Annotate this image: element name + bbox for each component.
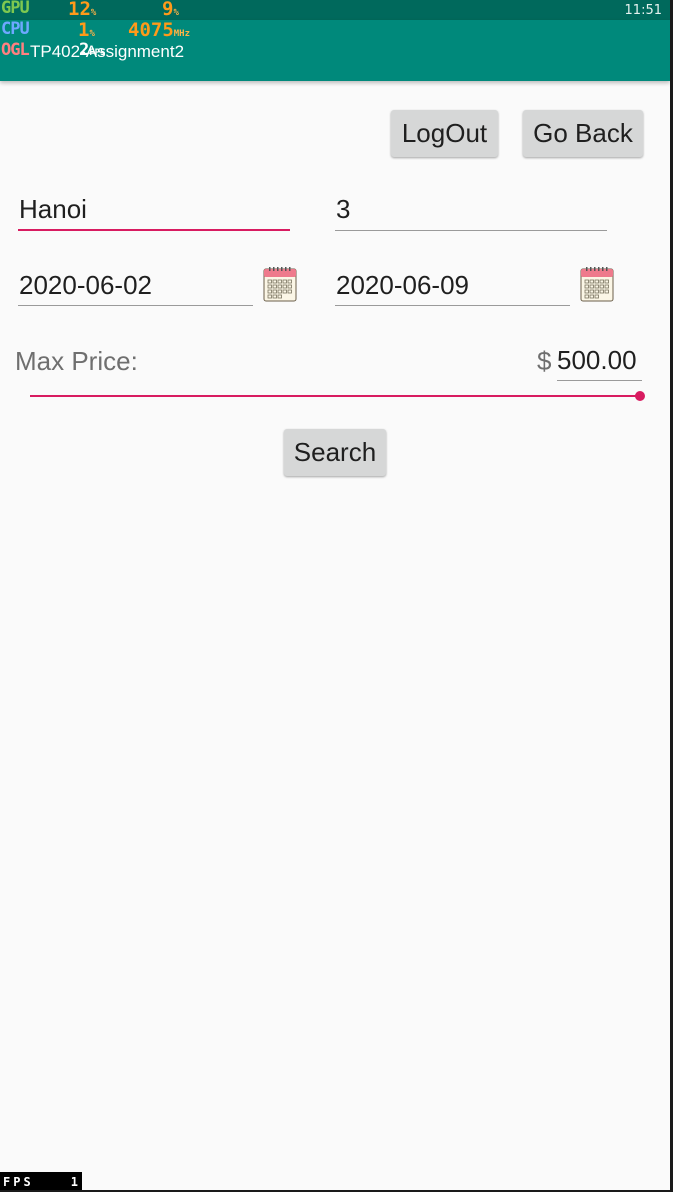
- city-input-underline: [18, 229, 290, 231]
- app-title: TP402-Assignment2: [30, 42, 185, 61]
- fps-counter-value: 1: [70, 1175, 78, 1189]
- fps-counter: FPS 1: [0, 1172, 82, 1191]
- overlay-cpu-value: 1%: [78, 19, 95, 41]
- guests-input-value: 3: [336, 194, 351, 224]
- check-out-date-underline: [335, 305, 570, 306]
- calendar-icon[interactable]: [580, 266, 614, 302]
- max-price-label: Max Price:: [15, 346, 138, 376]
- screen: 11:51 TP402-Assignment2 GPU 12% 9% CPU 1…: [0, 0, 673, 1192]
- calendar-icon[interactable]: [263, 266, 297, 302]
- overlay-gpu-row: GPU: [1, 0, 30, 18]
- overlay-gpu-value: 12%: [68, 0, 97, 20]
- status-bar: 11:51: [0, 0, 670, 20]
- overlay-gpu-value2: 9%: [162, 0, 179, 20]
- go-back-button[interactable]: Go Back: [523, 110, 643, 157]
- logout-button[interactable]: LogOut: [391, 110, 498, 157]
- guests-input-underline: [335, 230, 607, 231]
- check-in-date-underline: [18, 305, 253, 306]
- check-out-date-value: 2020-06-09: [336, 270, 469, 300]
- check-in-date-input[interactable]: 2020-06-02: [18, 270, 253, 306]
- city-input-value: Hanoi: [19, 194, 87, 224]
- city-input[interactable]: Hanoi: [18, 194, 290, 231]
- max-price-underline: [557, 380, 642, 381]
- overlay-cpu-label: CPU: [1, 19, 30, 39]
- status-time: 11:51: [624, 3, 662, 18]
- overlay-cpu-row: CPU: [1, 19, 30, 39]
- price-slider-track[interactable]: [30, 395, 640, 397]
- max-price-value: 500.00: [557, 345, 637, 375]
- overlay-ogl-label: OGL: [1, 40, 30, 60]
- overlay-fps-value: 2FPS: [79, 40, 106, 60]
- search-button[interactable]: Search: [284, 429, 386, 476]
- check-in-date-value: 2020-06-02: [19, 270, 152, 300]
- fps-counter-label: FPS: [3, 1175, 34, 1189]
- max-price-input[interactable]: 500.00: [557, 345, 642, 381]
- guests-input[interactable]: 3: [335, 194, 607, 231]
- currency-symbol: $: [537, 346, 552, 376]
- check-out-date-input[interactable]: 2020-06-09: [335, 270, 570, 306]
- overlay-ogl-row: OGL: [1, 40, 30, 60]
- overlay-cpu-freq: 4075MHz: [128, 19, 191, 41]
- overlay-gpu-label: GPU: [1, 0, 30, 18]
- price-slider-thumb[interactable]: [635, 391, 645, 401]
